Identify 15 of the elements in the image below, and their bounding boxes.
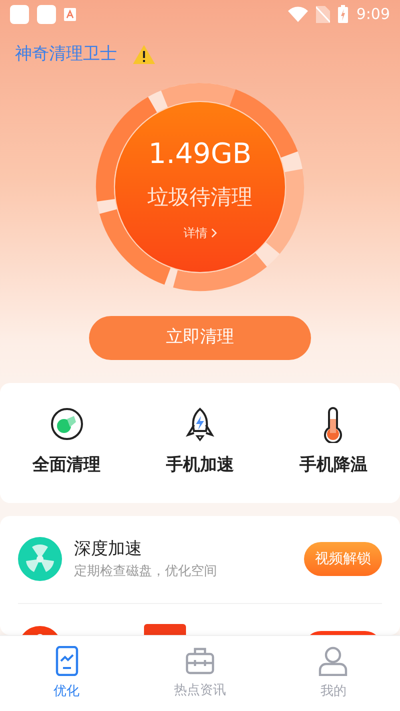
- nav-tab[interactable]: 优化: [0, 636, 134, 711]
- clean-now-button[interactable]: 立即清理: [89, 316, 311, 360]
- feature-button[interactable]: 全面清理: [0, 406, 134, 478]
- details-link[interactable]: 详情: [184, 224, 216, 242]
- feature-button[interactable]: 手机加速: [133, 406, 267, 478]
- app-title: 神奇清理卫士: [15, 43, 117, 66]
- tool-title: 深度加速: [74, 538, 142, 560]
- junk-amount: 1.49GB: [148, 139, 252, 170]
- nav-tab[interactable]: 热点资讯: [133, 636, 267, 711]
- status-time: 9:09: [356, 4, 390, 25]
- tool-subtitle: 定期检查磁盘，优化空间: [74, 563, 217, 581]
- nav-tab[interactable]: 我的: [266, 636, 400, 711]
- junk-label: 垃圾待清理: [148, 184, 252, 212]
- feature-button[interactable]: 手机降温: [266, 406, 400, 478]
- unlock-button[interactable]: 视频解锁: [304, 542, 382, 576]
